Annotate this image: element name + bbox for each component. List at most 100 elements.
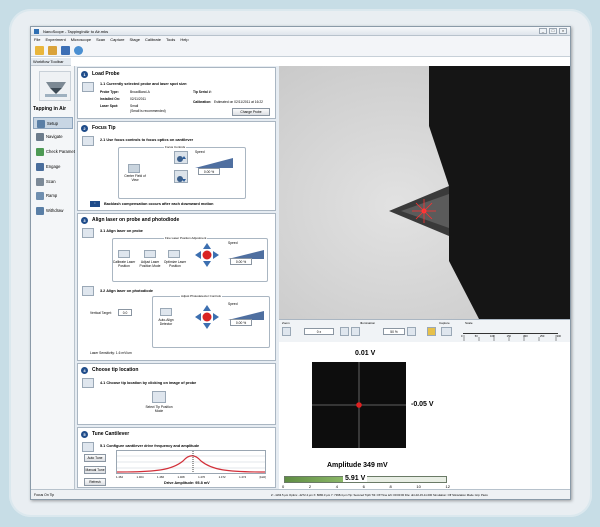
scale-ruler <box>463 328 558 341</box>
detector-speed-slider[interactable] <box>228 307 264 320</box>
center-field-button[interactable]: Center Field of View <box>124 174 146 182</box>
step-number: 1 <box>81 71 88 78</box>
save-icon[interactable] <box>61 45 70 55</box>
installed-on-value: 02/11/2011 <box>130 97 147 101</box>
zoom-in-icon[interactable] <box>340 327 349 336</box>
calibrate-laser-icon[interactable] <box>118 250 130 258</box>
installed-on-label: Installed On: <box>100 97 120 101</box>
step-title: Load Probe <box>92 71 120 77</box>
sidebar-item-check-parameters[interactable]: Check Parameters <box>33 146 81 158</box>
sidebar-item-label: Scan <box>46 179 56 184</box>
tick-label: [kHz] <box>259 475 266 479</box>
center-field-icon[interactable] <box>128 164 140 173</box>
laser-sensitivity: Laser Sensitivity: 1.6 mV/um <box>90 351 132 355</box>
menu-file[interactable]: File <box>34 36 40 44</box>
laser-speed-value[interactable]: 0.00 % <box>230 258 252 265</box>
close-button[interactable]: × <box>559 28 567 34</box>
vertical-target-label: Vertical Target: <box>90 311 112 315</box>
menu-scan[interactable]: Scan <box>96 36 105 44</box>
check-parameters-icon <box>36 148 44 156</box>
manual-tune-button[interactable]: Manual Tune <box>84 466 106 474</box>
withdraw-icon <box>36 207 44 215</box>
amplitude-readout: Amplitude 349 mV <box>327 462 388 469</box>
calibrate-laser-button[interactable]: Calibrate Laser Position <box>112 260 136 268</box>
sidebar-item-navigate[interactable]: Navigate <box>33 131 73 143</box>
camera-view[interactable] <box>279 66 571 319</box>
group-label: Focus Controls <box>164 145 187 149</box>
sidebar-item-ramp[interactable]: Ramp <box>33 190 73 202</box>
illumination-down-icon[interactable] <box>351 327 360 336</box>
illumination-up-icon[interactable] <box>407 327 416 336</box>
calibration-value: Estimated on 02/11/2011 at 16:22 <box>214 100 264 104</box>
group-label: Adjust Photodetector Controls <box>180 294 222 298</box>
help-icon[interactable] <box>74 45 83 55</box>
light-icon[interactable] <box>427 327 436 336</box>
detector-direction-pad[interactable] <box>194 304 220 330</box>
speed-slider[interactable] <box>195 155 233 168</box>
optimize-laser-button[interactable]: Optimize Laser Position <box>163 260 187 268</box>
auto-tune-button[interactable]: Auto Tune <box>84 454 106 462</box>
tune-icon <box>82 442 94 452</box>
menu-calibrate[interactable]: Calibrate <box>145 36 161 44</box>
window-controls: _ □ × <box>539 28 567 34</box>
focus-down-button[interactable] <box>174 170 188 183</box>
scale-ticks: 0 50 100 150 200 250 300 <box>461 335 561 338</box>
refresh-button[interactable]: Refresh <box>84 478 106 486</box>
illumination-value-field[interactable]: 50 % <box>383 328 405 335</box>
new-experiment-icon[interactable] <box>35 45 44 55</box>
select-tip-icon[interactable] <box>152 391 166 403</box>
align-probe-subtitle: 3.1 Align laser on probe <box>100 229 143 233</box>
speed-value-field[interactable]: 0.00 % <box>198 168 220 175</box>
capture-icon[interactable] <box>441 327 452 336</box>
capture-label: Capture <box>439 321 450 325</box>
sidebar-item-label: Engage <box>46 164 61 169</box>
menu-experiment[interactable]: Experiment <box>45 36 65 44</box>
laser-direction-pad[interactable] <box>194 242 220 268</box>
sidebar-item-scan[interactable]: Scan <box>33 176 73 188</box>
sidebar-item-label: Navigate <box>46 134 63 139</box>
menu-stage[interactable]: Stage <box>130 36 140 44</box>
menu-bar: File Experiment Microscope Scan Capture … <box>31 36 570 44</box>
probe-image[interactable] <box>279 66 571 319</box>
menu-tools[interactable]: Tools <box>166 36 175 44</box>
focus-tip-card: 2 Focus Tip 2.1 Use focus controls to fo… <box>77 121 276 211</box>
horizontal-deflection: -0.05 V <box>411 401 434 408</box>
speed-label: Speed <box>228 241 238 245</box>
step-number: 3 <box>81 217 88 224</box>
menu-microscope[interactable]: Microscope <box>71 36 91 44</box>
step-subtitle: 5.1 Configure cantilever drive frequency… <box>100 444 200 448</box>
tip-serial-label: Tip Serial #: <box>193 90 212 94</box>
title-bar: NanoScope - TappingInAir to Air.mks _ □ … <box>31 27 570 36</box>
auto-align-icon[interactable] <box>160 308 172 316</box>
zoom-label: Zoom <box>282 321 290 325</box>
menu-help[interactable]: Help <box>180 36 188 44</box>
laser-speed-slider[interactable] <box>228 246 264 259</box>
change-probe-button[interactable]: Change Probe <box>232 108 270 116</box>
open-folder-icon[interactable] <box>48 45 57 55</box>
focus-up-button[interactable] <box>174 151 188 164</box>
vertical-target-field[interactable]: 0.0 <box>118 309 132 316</box>
auto-align-button[interactable]: Auto-Align Detector <box>154 318 178 326</box>
adjust-laser-button[interactable]: Adjust Laser Position Mode <box>138 260 162 268</box>
step-number: 2 <box>81 125 88 132</box>
tip-location-icon <box>82 378 94 388</box>
maximize-button[interactable]: □ <box>549 28 557 34</box>
sidebar-item-engage[interactable]: Engage <box>33 161 73 173</box>
optimize-laser-icon[interactable] <box>168 250 180 258</box>
setup-icon <box>37 120 45 128</box>
detector-speed-value[interactable]: 0.00 % <box>230 319 252 326</box>
laser-spot-note: (Small is recommended) <box>130 109 166 113</box>
tick-label: 0 <box>461 335 463 338</box>
step-subtitle: 1.1 Currently selected probe and laser s… <box>100 82 188 86</box>
zoom-out-icon[interactable] <box>282 327 291 336</box>
zoom-value-field[interactable]: 0 x <box>304 328 334 335</box>
sidebar-item-setup[interactable]: Setup <box>33 117 73 129</box>
minimize-button[interactable]: _ <box>539 28 547 34</box>
sidebar-item-withdraw[interactable]: Withdraw <box>33 205 73 217</box>
step-title: Align laser on probe and photodiode <box>92 217 180 223</box>
probe-type-label: Probe Type: <box>100 90 119 94</box>
select-tip-position-button[interactable]: Select Tip Position Mode <box>144 405 174 413</box>
adjust-laser-icon[interactable] <box>144 250 156 258</box>
step-number: 4 <box>81 367 88 374</box>
menu-capture[interactable]: Capture <box>110 36 124 44</box>
